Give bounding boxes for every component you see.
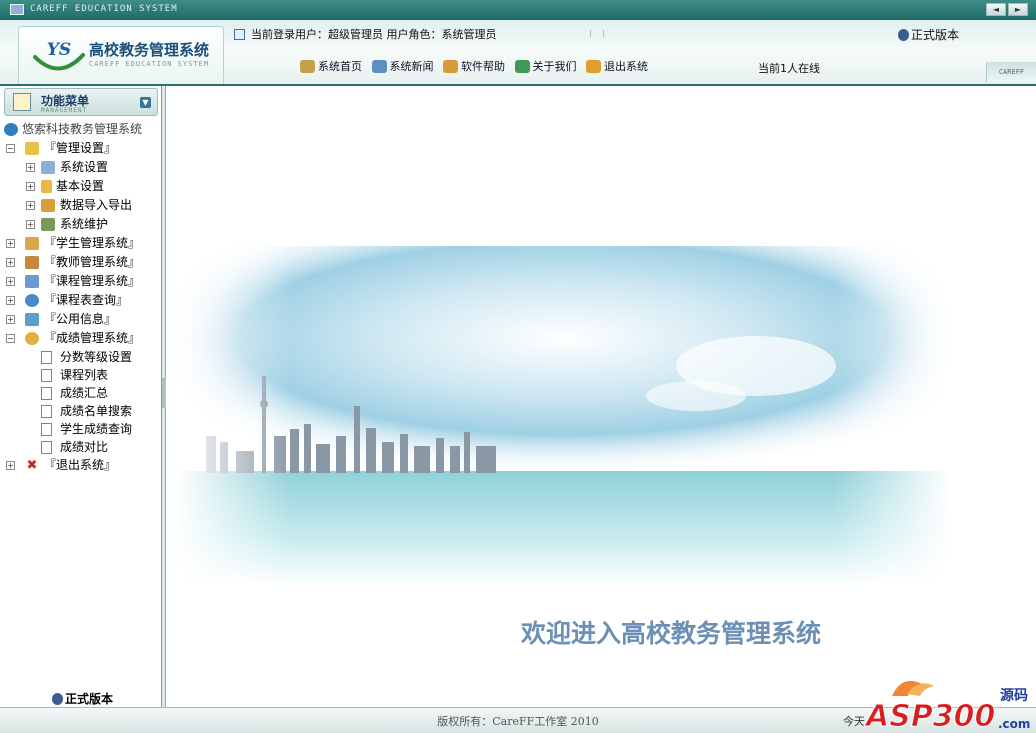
logo-title: 高校教务管理系统 xyxy=(89,41,210,59)
close-red-icon: ✖ xyxy=(26,458,38,473)
tree-item-grade-summary[interactable]: 成绩汇总 xyxy=(4,384,160,402)
expand-toggle[interactable]: + xyxy=(6,277,15,286)
expand-toggle[interactable]: + xyxy=(6,461,15,470)
tree-item-grade-comparison[interactable]: 成绩对比 xyxy=(4,438,160,456)
page-icon xyxy=(41,369,52,382)
tree-item-public-info[interactable]: + 『公用信息』 xyxy=(4,310,160,329)
student-icon xyxy=(25,237,39,250)
page-icon xyxy=(41,387,52,400)
welcome-message: 欢迎进入高校教务管理系统 xyxy=(521,619,822,648)
globe-icon xyxy=(4,123,18,136)
sidebar: 功能菜单 MANAGEMENT ▼ 悠索科技教务管理系统 − 『管理设置』 + … xyxy=(0,86,162,707)
help-icon xyxy=(443,60,458,73)
expand-toggle[interactable]: + xyxy=(26,182,35,191)
tree-item-grade-roster-search[interactable]: 成绩名单搜索 xyxy=(4,402,160,420)
brand-tag: CAREFF xyxy=(986,62,1036,82)
logo-subtitle: CAREFF EDUCATION SYSTEM xyxy=(89,60,209,68)
info-icon xyxy=(25,313,39,326)
user-info-text: 当前登录用户：超级管理员 用户角色：系统管理员 xyxy=(251,28,497,41)
pie-chart-icon xyxy=(25,332,39,345)
users-icon xyxy=(41,199,55,212)
collapse-toggle[interactable]: − xyxy=(6,334,15,343)
tree-item-grade-management[interactable]: − 『成绩管理系统』 xyxy=(4,329,160,348)
about-icon xyxy=(514,60,530,73)
version-badge-bottom: 正式版本 xyxy=(52,690,113,707)
expand-toggle[interactable]: + xyxy=(6,239,15,248)
nav-home[interactable]: 系统首页 xyxy=(300,58,362,74)
tree-item-course-management[interactable]: + 『课程管理系统』 xyxy=(4,272,160,291)
exit-icon xyxy=(586,60,601,73)
user-info: 当前登录用户：超级管理员 用户角色：系统管理员 xyxy=(234,26,497,42)
nav-news[interactable]: 系统新闻 xyxy=(371,58,434,74)
logo-mark-icon: YS xyxy=(33,40,85,71)
expand-toggle[interactable]: + xyxy=(6,296,15,305)
nav-exit[interactable]: 退出系统 xyxy=(586,58,648,74)
app-icon xyxy=(10,4,24,15)
tree-item-data-import-export[interactable]: + 数据导入导出 xyxy=(4,196,160,215)
pencil-icon xyxy=(41,180,52,193)
teacher-icon xyxy=(25,256,39,269)
scroll-right-button[interactable]: ► xyxy=(1008,3,1028,16)
app-window: CAREFF EDUCATION SYSTEM ◄ ► YS 高校教务管理系统 … xyxy=(0,0,1036,733)
version-icon xyxy=(898,29,909,41)
version-icon xyxy=(52,693,63,705)
collapse-menu-button[interactable]: ▼ xyxy=(140,97,151,108)
table-icon xyxy=(25,275,39,288)
tree-item-schedule-query[interactable]: + 『课程表查询』 xyxy=(4,291,160,310)
header: YS 高校教务管理系统 CAREFF EDUCATION SYSTEM 当前登录… xyxy=(0,20,1036,86)
version-badge: 正式版本 xyxy=(898,26,959,43)
menu-tree: 悠索科技教务管理系统 − 『管理设置』 + 系统设置 + 基本设置 + 数据导入… xyxy=(4,120,160,475)
tree-root[interactable]: 悠索科技教务管理系统 xyxy=(4,120,160,139)
page-icon xyxy=(41,351,52,364)
menu-icon xyxy=(13,93,31,111)
edit-doc-icon xyxy=(41,218,55,231)
page-icon xyxy=(41,423,52,436)
document-icon xyxy=(234,29,245,40)
main-content: 欢迎进入高校教务管理系统 xyxy=(166,86,1036,707)
page-icon xyxy=(41,441,52,454)
tree-item-admin-settings[interactable]: − 『管理设置』 xyxy=(4,139,160,158)
tree-item-exit-system[interactable]: + ✖ 『退出系统』 xyxy=(4,456,160,475)
tree-item-student-grade-query[interactable]: 学生成绩查询 xyxy=(4,420,160,438)
asp300-watermark-logo: ASP300 源码 .com xyxy=(864,680,1030,733)
news-icon xyxy=(371,60,387,73)
logo-mark-text: YS xyxy=(47,40,71,60)
nav-about[interactable]: 关于我们 xyxy=(514,58,577,74)
tree-item-course-list[interactable]: 课程列表 xyxy=(4,366,160,384)
tree-item-student-management[interactable]: + 『学生管理系统』 xyxy=(4,234,160,253)
version-text: 正式版本 xyxy=(65,692,114,706)
scroll-left-button[interactable]: ◄ xyxy=(986,3,1006,16)
version-text: 正式版本 xyxy=(911,28,960,42)
tree-item-system-maintenance[interactable]: + 系统维护 xyxy=(4,215,160,234)
watermark-domain: .com xyxy=(998,717,1030,731)
top-nav: 系统首页 系统新闻 软件帮助 关于我们 退出系统 xyxy=(300,58,654,74)
city-skyline-banner xyxy=(176,246,950,586)
tree-item-grade-level-settings[interactable]: 分数等级设置 xyxy=(4,348,160,366)
watermark-text: ASP300 xyxy=(864,699,995,733)
grip-handle xyxy=(590,30,604,37)
tree-item-system-settings[interactable]: + 系统设置 xyxy=(4,158,160,177)
menu-header: 功能菜单 MANAGEMENT ▼ xyxy=(4,88,158,116)
collapse-toggle[interactable]: − xyxy=(6,144,15,153)
home-icon xyxy=(300,60,315,73)
page-icon xyxy=(41,405,52,418)
title-bar: CAREFF EDUCATION SYSTEM ◄ ► xyxy=(0,0,1036,20)
watermark-sub: 源码 xyxy=(1000,687,1028,704)
logo: YS 高校教务管理系统 CAREFF EDUCATION SYSTEM xyxy=(18,26,224,84)
tree-item-basic-settings[interactable]: + 基本设置 xyxy=(4,177,160,196)
expand-toggle[interactable]: + xyxy=(26,163,35,172)
expand-toggle[interactable]: + xyxy=(26,220,35,229)
tree-item-teacher-management[interactable]: + 『教师管理系统』 xyxy=(4,253,160,272)
printer-icon xyxy=(41,161,55,174)
nav-help[interactable]: 软件帮助 xyxy=(443,58,505,74)
menu-subtitle: MANAGEMENT xyxy=(41,107,88,114)
online-count: 当前1人在线 xyxy=(758,62,820,75)
magnifier-icon xyxy=(25,294,39,307)
expand-toggle[interactable]: + xyxy=(6,315,15,324)
window-title: CAREFF EDUCATION SYSTEM xyxy=(30,4,178,14)
expand-toggle[interactable]: + xyxy=(26,201,35,210)
expand-toggle[interactable]: + xyxy=(6,258,15,267)
folder-open-icon xyxy=(25,142,39,155)
